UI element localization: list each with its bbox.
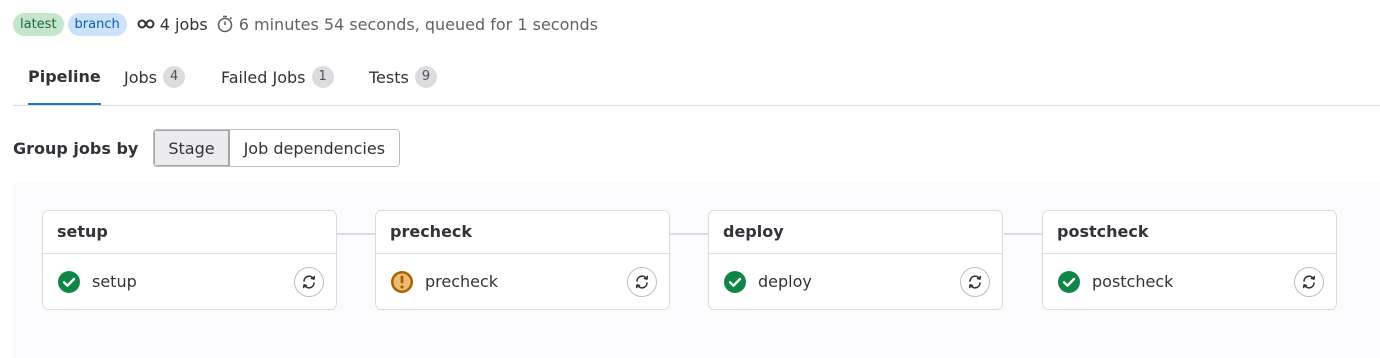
stage-title: deploy bbox=[709, 211, 1002, 254]
tab-jobs-count: 4 bbox=[163, 66, 186, 88]
tab-failed-jobs-label: Failed Jobs bbox=[221, 67, 306, 87]
tab-pipeline[interactable]: Pipeline bbox=[28, 50, 101, 105]
tab-tests[interactable]: Tests 9 bbox=[369, 50, 438, 104]
stage-deploy: deploy deploy bbox=[708, 210, 1003, 310]
status-success-icon bbox=[724, 270, 746, 293]
retry-icon bbox=[635, 275, 649, 289]
latest-badge: latest bbox=[13, 12, 64, 36]
job-postcheck[interactable]: postcheck bbox=[1043, 254, 1336, 309]
pipeline-link-icon bbox=[137, 19, 155, 29]
tab-failed-jobs-count: 1 bbox=[311, 66, 334, 88]
status-warning-icon bbox=[391, 270, 413, 293]
job-precheck[interactable]: precheck bbox=[376, 254, 669, 309]
retry-button[interactable] bbox=[960, 267, 990, 297]
status-success-icon bbox=[1058, 270, 1080, 293]
stage-setup: setup setup bbox=[42, 210, 337, 310]
group-jobs-by: Group jobs by Stage Job dependencies bbox=[13, 129, 401, 167]
retry-button[interactable] bbox=[294, 267, 324, 297]
stage-connector bbox=[337, 233, 375, 235]
job-setup[interactable]: setup bbox=[43, 254, 336, 309]
job-deploy[interactable]: deploy bbox=[709, 254, 1002, 309]
stage-connector bbox=[670, 233, 708, 235]
status-success-icon bbox=[58, 270, 80, 293]
retry-icon bbox=[302, 275, 316, 289]
timer-icon bbox=[217, 15, 233, 33]
pipeline-meta: latest branch 4 jobs 6 minutes 54 second… bbox=[13, 12, 598, 36]
job-name: precheck bbox=[425, 272, 499, 291]
job-name: postcheck bbox=[1092, 272, 1174, 291]
tab-pipeline-label: Pipeline bbox=[28, 67, 101, 86]
retry-button[interactable] bbox=[627, 267, 657, 297]
retry-icon bbox=[1302, 275, 1316, 289]
tab-tests-label: Tests bbox=[369, 67, 409, 87]
tab-failed-jobs[interactable]: Failed Jobs 1 bbox=[221, 50, 334, 104]
stage-title: postcheck bbox=[1043, 211, 1336, 254]
grouping-toggle: Stage Job dependencies bbox=[153, 129, 401, 167]
branch-badge: branch bbox=[67, 12, 127, 36]
group-by-dependencies-button[interactable]: Job dependencies bbox=[229, 130, 400, 166]
tab-tests-count: 9 bbox=[414, 66, 438, 88]
jobs-count-label: 4 jobs bbox=[159, 14, 208, 34]
retry-button[interactable] bbox=[1294, 267, 1324, 297]
tab-jobs[interactable]: Jobs 4 bbox=[124, 50, 186, 104]
retry-icon bbox=[968, 275, 982, 289]
pipeline-tabs: Pipeline Jobs 4 Failed Jobs 1 Tests 9 bbox=[13, 50, 1380, 106]
stage-title: setup bbox=[43, 211, 336, 254]
group-jobs-by-label: Group jobs by bbox=[13, 138, 139, 158]
job-name: setup bbox=[92, 272, 137, 291]
group-by-stage-button[interactable]: Stage bbox=[154, 130, 230, 166]
jobs-count: 4 jobs bbox=[137, 15, 208, 34]
pipeline-duration: 6 minutes 54 seconds, queued for 1 secon… bbox=[216, 15, 598, 34]
job-name: deploy bbox=[758, 272, 812, 291]
duration-label: 6 minutes 54 seconds, queued for 1 secon… bbox=[238, 14, 598, 34]
tab-jobs-label: Jobs bbox=[124, 67, 157, 87]
stage-precheck: precheck precheck bbox=[375, 210, 670, 310]
stage-connector bbox=[1004, 233, 1042, 235]
stage-postcheck: postcheck postcheck bbox=[1042, 210, 1337, 310]
stage-title: precheck bbox=[376, 211, 669, 254]
